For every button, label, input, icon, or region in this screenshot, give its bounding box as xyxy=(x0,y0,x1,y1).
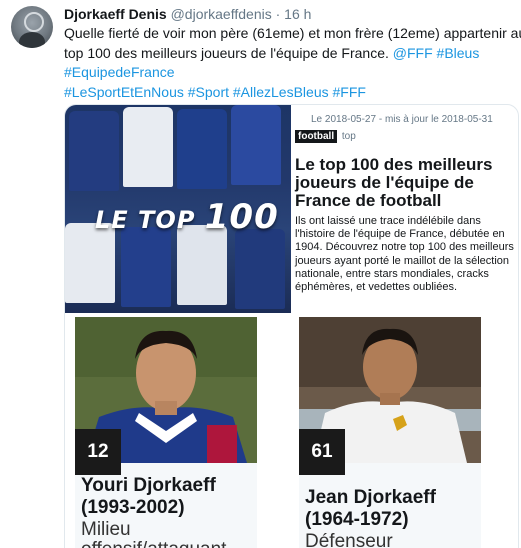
hashtag-lesportetennous[interactable]: #LeSportEtEnNous xyxy=(64,84,184,100)
jersey-image xyxy=(121,227,171,307)
tweet-timestamp[interactable]: 16 h xyxy=(284,6,311,22)
mention-fff[interactable]: @FFF xyxy=(393,45,433,61)
player-name: Youri Djorkaeff xyxy=(81,475,216,496)
player-card-jean[interactable]: 61 Jean Djorkaeff (1964-1972) Défenseur xyxy=(299,317,481,548)
hashtag-fff[interactable]: #FFF xyxy=(333,84,366,100)
tweet-text-line-4: #LeSportEtEnNous #Sport #AllezLesBleus #… xyxy=(64,83,514,103)
tweet[interactable]: Djorkaeff Denis @djorkaeffdenis · 16 h Q… xyxy=(0,0,521,548)
hashtag-sport[interactable]: #Sport xyxy=(188,84,229,100)
author-avatar[interactable] xyxy=(11,6,53,48)
player-rank-badge: 61 xyxy=(299,429,345,475)
article-description: Ils ont laissé une trace indélébile dans… xyxy=(295,215,514,294)
player-name: Jean Djorkaeff xyxy=(305,487,436,508)
link-preview-card[interactable]: LE TOP 100 Le 2018-05-27 - mis à jour le… xyxy=(64,104,519,548)
article-date: Le 2018-05-27 - mis à jour le 2018-05-31 xyxy=(311,114,493,125)
tweet-text-line-2: top 100 des meilleurs joueurs de l'équip… xyxy=(64,44,514,64)
jersey-image xyxy=(177,109,227,189)
player-rank-badge: 12 xyxy=(75,429,121,475)
section-tag[interactable]: football xyxy=(295,130,338,143)
author-handle[interactable]: @djorkaeffdenis xyxy=(171,6,272,22)
hashtag-bleus[interactable]: #Bleus xyxy=(437,45,480,61)
hero-title: LE TOP 100 xyxy=(95,197,279,237)
hero-image-jerseys: LE TOP 100 xyxy=(65,105,291,313)
player-card-youri[interactable]: 12 Youri Djorkaeff (1993-2002) Milieu of… xyxy=(75,317,257,548)
player-position-continued: offensif/attaquant xyxy=(81,539,226,548)
jersey-image xyxy=(231,105,281,185)
jersey-image xyxy=(235,229,285,309)
article-section: football top xyxy=(295,130,356,143)
hashtag-allezlesbleus[interactable]: #AllezLesBleus xyxy=(233,84,329,100)
tweet-header: Djorkaeff Denis @djorkaeffdenis · 16 h xyxy=(64,6,311,22)
jersey-image xyxy=(177,225,227,305)
tweet-text-plain: top 100 des meilleurs joueurs de l'équip… xyxy=(64,44,389,61)
article-title[interactable]: Le top 100 des meilleurs joueurs de l'éq… xyxy=(295,156,517,210)
hero-title-text: LE TOP xyxy=(95,206,196,234)
player-position: Milieu xyxy=(81,519,131,540)
hero-title-number: 100 xyxy=(204,197,279,237)
header-separator: · xyxy=(275,6,281,22)
player-years: (1964-1972) xyxy=(305,509,409,530)
jersey-image xyxy=(123,107,173,187)
player-years: (1993-2002) xyxy=(81,497,185,518)
section-subtag[interactable]: top xyxy=(342,131,356,142)
tweet-text: Quelle fierté de voir mon père (61eme) e… xyxy=(64,24,521,103)
jersey-image xyxy=(69,111,119,191)
hashtag-equipedefrance[interactable]: #EquipedeFrance xyxy=(64,64,175,80)
player-position: Défenseur xyxy=(305,531,393,548)
author-name[interactable]: Djorkaeff Denis xyxy=(64,6,167,22)
tweet-text-line-3: #EquipedeFrance xyxy=(64,63,514,83)
tweet-text-line-1: Quelle fierté de voir mon père (61eme) e… xyxy=(64,25,521,41)
